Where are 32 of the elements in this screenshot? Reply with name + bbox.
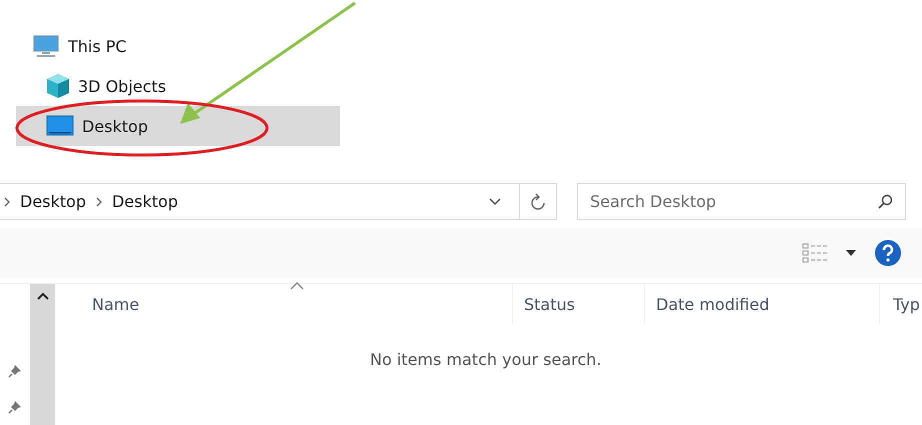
search-box[interactable]: Search Desktop xyxy=(577,183,906,220)
tree-item-label: 3D Objects xyxy=(78,76,166,96)
refresh-button[interactable] xyxy=(520,183,557,220)
column-header[interactable]: Status xyxy=(513,284,645,324)
tree-item-label: This PC xyxy=(68,36,127,56)
refresh-icon[interactable] xyxy=(530,192,546,210)
column-header[interactable]: Date modified xyxy=(645,284,880,324)
desktop-icon xyxy=(46,115,74,137)
pin-icon[interactable] xyxy=(8,364,22,378)
empty-message: No items match your search. xyxy=(370,350,602,369)
tree-item[interactable]: Desktop xyxy=(16,106,340,146)
chevron-icon xyxy=(4,196,10,206)
address-bar[interactable]: Desktop Desktop xyxy=(0,183,520,220)
breadcrumb[interactable]: Desktop xyxy=(112,192,178,211)
pin-icon[interactable] xyxy=(8,400,22,414)
search-icon[interactable] xyxy=(877,194,893,210)
dropdown-icon[interactable] xyxy=(489,198,501,206)
column-header[interactable]: Typ xyxy=(880,284,922,324)
tree-item[interactable]: 3D Objects xyxy=(16,66,340,106)
search-field[interactable]: Search Desktop xyxy=(590,192,877,211)
column-header[interactable]: Name xyxy=(55,284,513,324)
cube-icon xyxy=(46,73,70,99)
sort-caret-icon xyxy=(290,282,304,290)
view-options-button[interactable] xyxy=(802,243,856,263)
tree-item-label: Desktop xyxy=(82,116,148,136)
dropdown-arrow-icon[interactable] xyxy=(846,250,856,256)
help-icon[interactable] xyxy=(874,239,902,267)
chevron-icon xyxy=(96,196,102,206)
computer-icon xyxy=(32,34,60,58)
scroll-up-icon[interactable] xyxy=(36,292,48,300)
tree-item[interactable]: This PC xyxy=(16,26,340,66)
breadcrumb[interactable]: Desktop xyxy=(20,192,86,211)
